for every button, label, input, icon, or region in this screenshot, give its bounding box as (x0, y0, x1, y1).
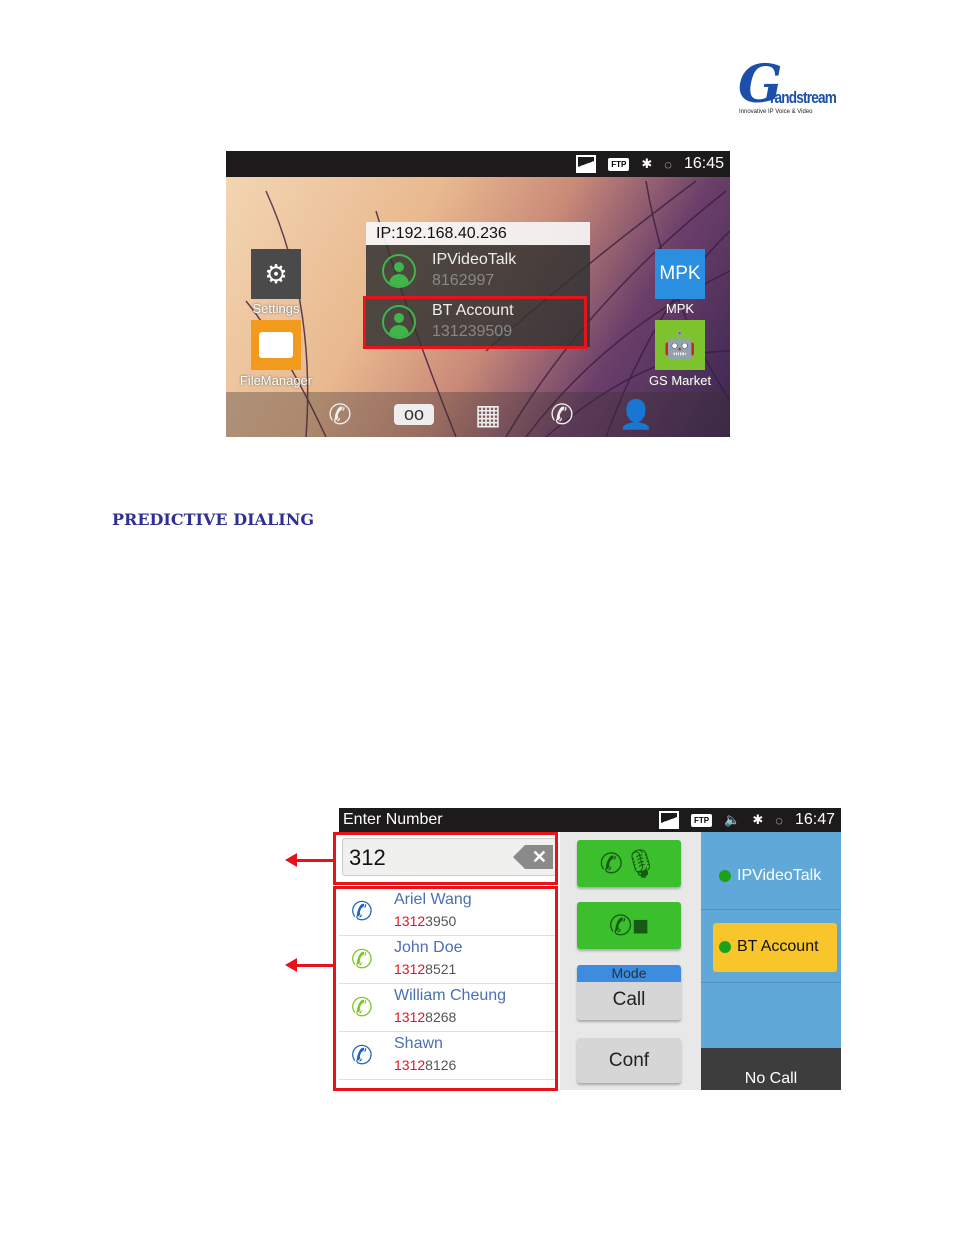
filemanager-app[interactable] (251, 320, 301, 370)
arrow-results (285, 958, 335, 972)
settings-label: Settings (252, 301, 300, 316)
no-call-panel[interactable]: No Call (701, 1048, 841, 1090)
highlight-results-box (333, 886, 558, 1091)
section-heading: PREDICTIVE DIALING (112, 510, 314, 529)
mpk-app[interactable]: MPK (655, 249, 705, 299)
filemanager-label: FileManager (239, 373, 313, 388)
ip-address: IP:192.168.40.236 (366, 222, 590, 245)
status-dot (719, 940, 731, 953)
voicemail-icon[interactable]: oo (394, 404, 434, 425)
picture-icon (659, 811, 680, 829)
account-ipvideotalk[interactable]: IPVideoTalk 8162997 (366, 245, 590, 296)
clock: 16:47 (794, 811, 835, 828)
bluetooth-icon: ✱ (641, 156, 653, 171)
call-history-icon[interactable]: ✆ (542, 398, 582, 431)
account-icon (382, 253, 416, 288)
account-bt[interactable]: BT Account (713, 923, 837, 972)
status-bar: Enter Number FTP 🔈 ✱ ◌ 16:47 (339, 808, 841, 832)
contacts-icon[interactable]: 👤 (616, 398, 656, 431)
mpk-icon: MPK (659, 263, 701, 284)
gs-market-label: GS Market (648, 373, 712, 388)
volume-icon: 🔈 (724, 812, 741, 827)
account-pane: IPVideoTalk BT Account No Call (701, 832, 841, 1090)
grandstream-logo: Grandstream Innovative IP Voice & Video (738, 54, 837, 115)
ftp-icon: FTP (608, 157, 630, 171)
account-number: 8162997 (432, 272, 495, 289)
no-call-label: No Call (744, 1070, 798, 1087)
mode-label: Mode (577, 965, 681, 982)
account-name: BT Account (737, 938, 819, 955)
arrow-input (285, 853, 335, 867)
apps-grid-icon[interactable]: ▦ (468, 398, 508, 431)
android-icon: 🤖 (663, 329, 697, 360)
clock: 16:45 (683, 155, 724, 172)
account-ipvideotalk[interactable]: IPVideoTalk (701, 832, 841, 910)
account-name: IPVideoTalk (737, 867, 822, 884)
video-call-icon: ✆■ (608, 910, 650, 941)
ftp-icon: FTP (691, 813, 713, 827)
audio-call-button[interactable]: ✆🎙 (577, 840, 681, 887)
gs-market-app[interactable]: 🤖 (655, 320, 705, 370)
phone-icon[interactable]: ✆ (320, 398, 360, 431)
settings-app[interactable]: ⚙ (251, 249, 301, 299)
conf-button[interactable]: Conf (577, 1038, 681, 1083)
mode-button[interactable]: Mode Call (577, 965, 681, 1020)
audio-call-icon: ✆🎙 (599, 848, 659, 879)
mode-value: Call (612, 989, 646, 1010)
folder-icon (259, 332, 293, 358)
picture-icon (576, 155, 597, 173)
video-call-button[interactable]: ✆■ (577, 902, 681, 949)
home-screen-screenshot: FTP ✱ ◌ 16:45 ⚙ Settings FileManager MPK… (226, 151, 730, 437)
status-bar: FTP ✱ ◌ 16:45 (226, 151, 730, 177)
dock: ✆ oo ▦ ✆ 👤 (226, 392, 730, 437)
highlight-input-box (333, 832, 558, 885)
highlight-box (363, 296, 587, 349)
status-dot (719, 869, 731, 882)
bluetooth-icon: ✱ (752, 812, 764, 827)
gear-icon: ⚙ (264, 258, 288, 289)
mpk-label: MPK (665, 301, 695, 316)
account-name: IPVideoTalk (432, 251, 517, 268)
sync-icon: ◌ (664, 156, 672, 172)
sync-icon: ◌ (775, 812, 783, 828)
screen-title: Enter Number (343, 811, 443, 828)
